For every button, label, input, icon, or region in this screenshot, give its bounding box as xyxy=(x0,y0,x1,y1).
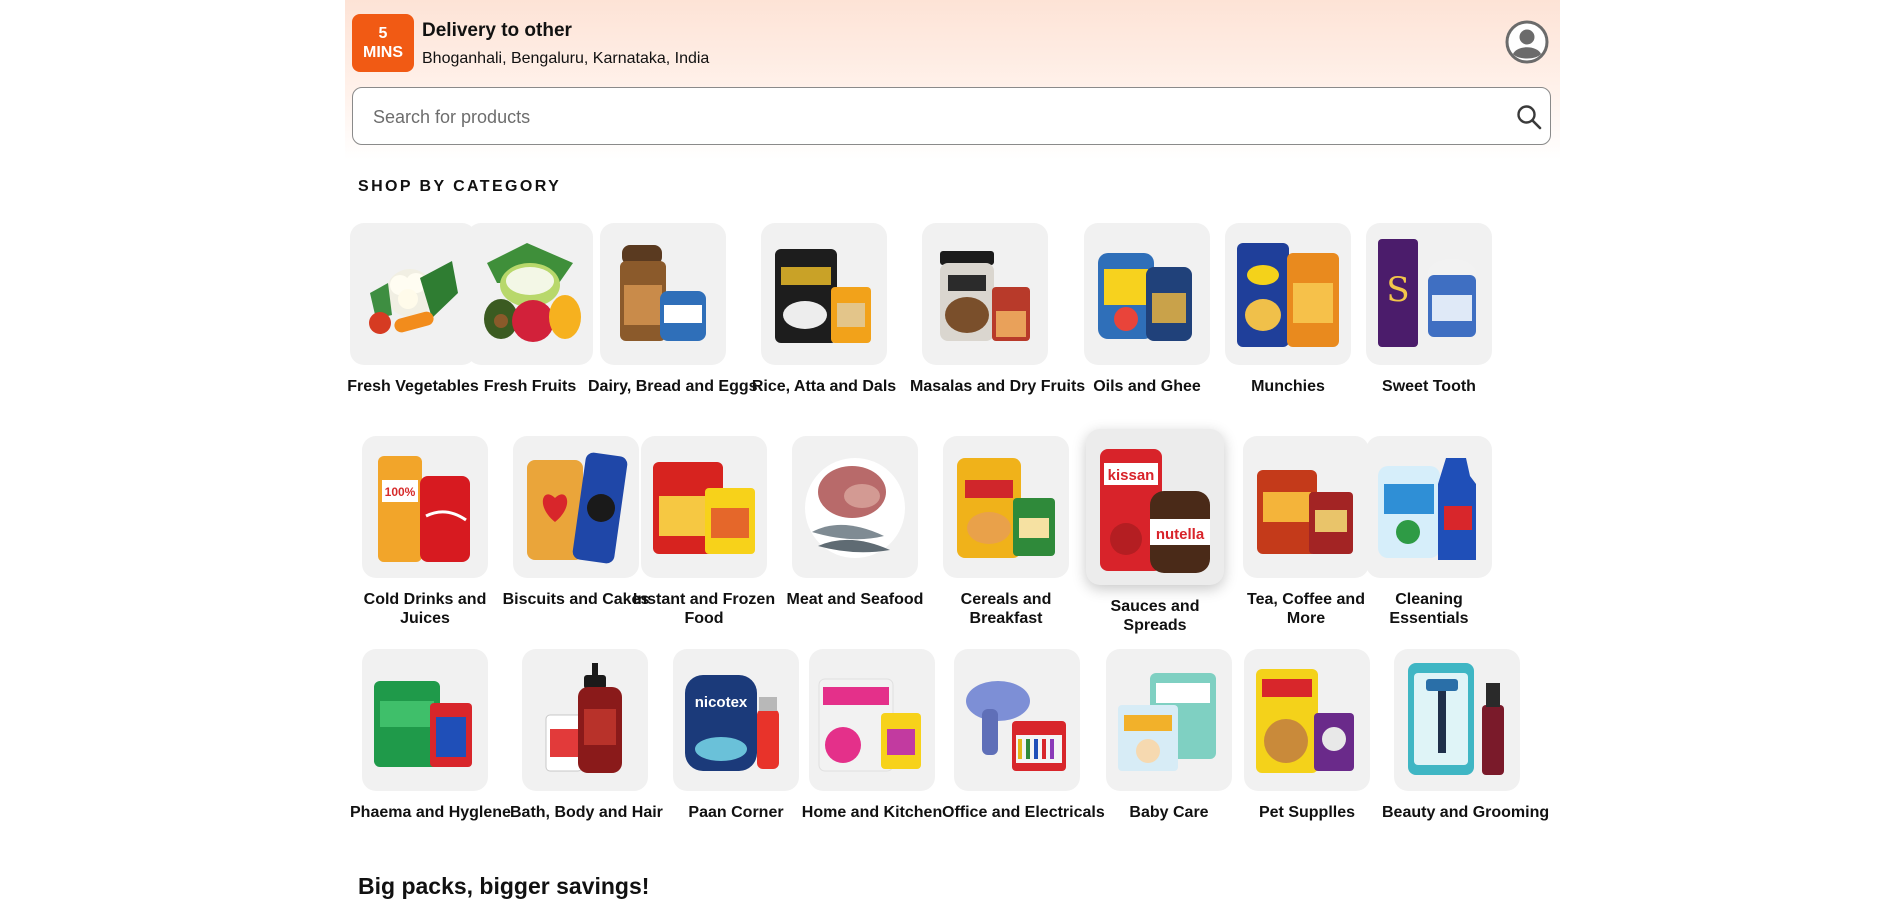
delivery-eta-badge: 5 MINS xyxy=(352,14,414,72)
svg-text:kissan: kissan xyxy=(1108,467,1155,484)
category-row-1: Fresh Vegetables Fresh Fruits Dairy, Bre… xyxy=(345,223,1560,423)
category-label: Dairy, Bread and Eggs xyxy=(588,378,758,395)
search-bar xyxy=(352,87,1551,146)
category-label: Home and Kitchen xyxy=(801,804,943,821)
chocolate-icon: S xyxy=(1366,223,1492,365)
category-tile-sweet-tooth[interactable]: S Sweet Tooth xyxy=(1354,223,1504,396)
shop-by-category-heading: SHOP BY CATEGORY xyxy=(358,178,562,195)
category-tile-munchies[interactable]: Munchies xyxy=(1213,223,1363,396)
category-label: Cleaning Essentials xyxy=(1389,591,1469,627)
chips-icon xyxy=(1225,223,1351,365)
category-label: Munchies xyxy=(1251,378,1325,395)
category-tile-sauces[interactable]: kissan nutella Sauces and Spreads xyxy=(1080,429,1230,635)
category-tile-baby-care[interactable]: Baby Care xyxy=(1094,649,1244,822)
category-label: Oils and Ghee xyxy=(1093,378,1201,395)
paan-icon: nicotex xyxy=(673,649,799,791)
cleaning-icon xyxy=(1366,436,1492,578)
category-tile-oils[interactable]: Oils and Ghee xyxy=(1072,223,1222,396)
svg-text:S: S xyxy=(1386,270,1409,310)
category-tile-beauty-grooming[interactable]: Beauty and Grooming xyxy=(1382,649,1550,822)
promo-heading: Big packs, bigger savings! xyxy=(358,873,650,899)
frozen-food-icon xyxy=(641,436,767,578)
category-label: Beauty and Grooming xyxy=(1382,804,1550,821)
svg-text:100%: 100% xyxy=(385,485,416,499)
category-tile-pharma[interactable]: Phaema and Hyglene xyxy=(350,649,511,822)
app-container: 5 MINS Delivery to other Bhoganhali, Ben… xyxy=(345,0,1560,901)
eta-value: 5 xyxy=(378,25,388,42)
electricals-icon xyxy=(954,649,1080,791)
category-label: Bath, Body and Hair xyxy=(510,804,663,821)
category-label: Meat and Seafood xyxy=(786,591,924,608)
masala-icon xyxy=(922,223,1048,365)
biscuits-icon xyxy=(513,436,639,578)
search-icon[interactable] xyxy=(1515,103,1543,131)
category-row-3: Phaema and Hyglene Bath, Body and Hair n… xyxy=(345,649,1560,849)
category-tile-cereals[interactable]: Cereals and Breakfast xyxy=(931,436,1081,628)
category-tile-paan-corner[interactable]: nicotex Paan Corner xyxy=(661,649,811,822)
rice-icon xyxy=(761,223,887,365)
sauces-icon: kissan nutella xyxy=(1086,429,1224,585)
category-tile-masalas[interactable]: Masalas and Dry Fruits xyxy=(910,223,1086,396)
category-label: Office and Electricals xyxy=(942,804,1105,821)
category-tile-office-electricals[interactable]: Office and Electricals xyxy=(942,649,1105,822)
drinks-icon: 100% xyxy=(362,436,488,578)
profile-avatar-icon[interactable] xyxy=(1505,20,1549,64)
category-label: Pet Supplles xyxy=(1258,804,1356,821)
dairy-icon xyxy=(600,223,726,365)
category-row-2: 100% Cold Drinks and Juices Biscuits and… xyxy=(345,429,1560,636)
category-label: Sauces and Spreads xyxy=(1110,598,1200,634)
pet-food-icon xyxy=(1244,649,1370,791)
category-label: Instant and Frozen Food xyxy=(632,591,776,627)
header: 5 MINS Delivery to other Bhoganhali, Ben… xyxy=(345,0,1560,160)
category-tile-bath-body[interactable]: Bath, Body and Hair xyxy=(510,649,663,822)
kitchen-icon xyxy=(809,649,935,791)
category-label: Sweet Tooth xyxy=(1382,378,1476,395)
category-label: Paan Corner xyxy=(688,804,784,821)
shampoo-icon xyxy=(522,649,648,791)
category-tile-instant-food[interactable]: Instant and Frozen Food xyxy=(629,436,779,628)
eta-unit: MINS xyxy=(363,44,403,61)
category-label: Rice, Atta and Dals xyxy=(751,378,897,395)
tea-icon xyxy=(1243,436,1369,578)
category-label: Baby Care xyxy=(1129,804,1209,821)
oil-icon xyxy=(1084,223,1210,365)
category-tile-cold-drinks[interactable]: 100% Cold Drinks and Juices xyxy=(350,436,500,628)
cereal-icon xyxy=(943,436,1069,578)
pharma-icon xyxy=(362,649,488,791)
delivery-title[interactable]: Delivery to other xyxy=(422,20,572,42)
category-label: Phaema and Hyglene xyxy=(350,804,511,821)
meat-icon xyxy=(792,436,918,578)
baby-care-icon xyxy=(1106,649,1232,791)
search-input[interactable] xyxy=(371,88,1485,146)
category-tile-fresh-fruits[interactable]: Fresh Fruits xyxy=(455,223,605,396)
category-tile-meat[interactable]: Meat and Seafood xyxy=(780,436,930,609)
category-label: Cold Drinks and Juices xyxy=(363,591,487,627)
category-tile-cleaning[interactable]: Cleaning Essentials xyxy=(1354,436,1504,628)
fruits-icon xyxy=(467,223,593,365)
svg-text:nutella: nutella xyxy=(1156,526,1205,543)
category-label: Masalas and Dry Fruits xyxy=(910,378,1086,395)
category-tile-home-kitchen[interactable]: Home and Kitchen xyxy=(797,649,947,822)
delivery-address[interactable]: Bhoganhali, Bengaluru, Karnataka, India xyxy=(422,50,709,68)
grooming-icon xyxy=(1394,649,1520,791)
category-tile-pet-supplies[interactable]: Pet Supplles xyxy=(1232,649,1382,822)
category-tile-dairy[interactable]: Dairy, Bread and Eggs xyxy=(588,223,758,396)
category-tile-rice[interactable]: Rice, Atta and Dals xyxy=(749,223,899,396)
category-label: Cereals and Breakfast xyxy=(960,591,1052,627)
svg-text:nicotex: nicotex xyxy=(695,694,748,711)
category-label: Fresh Fruits xyxy=(483,378,577,395)
